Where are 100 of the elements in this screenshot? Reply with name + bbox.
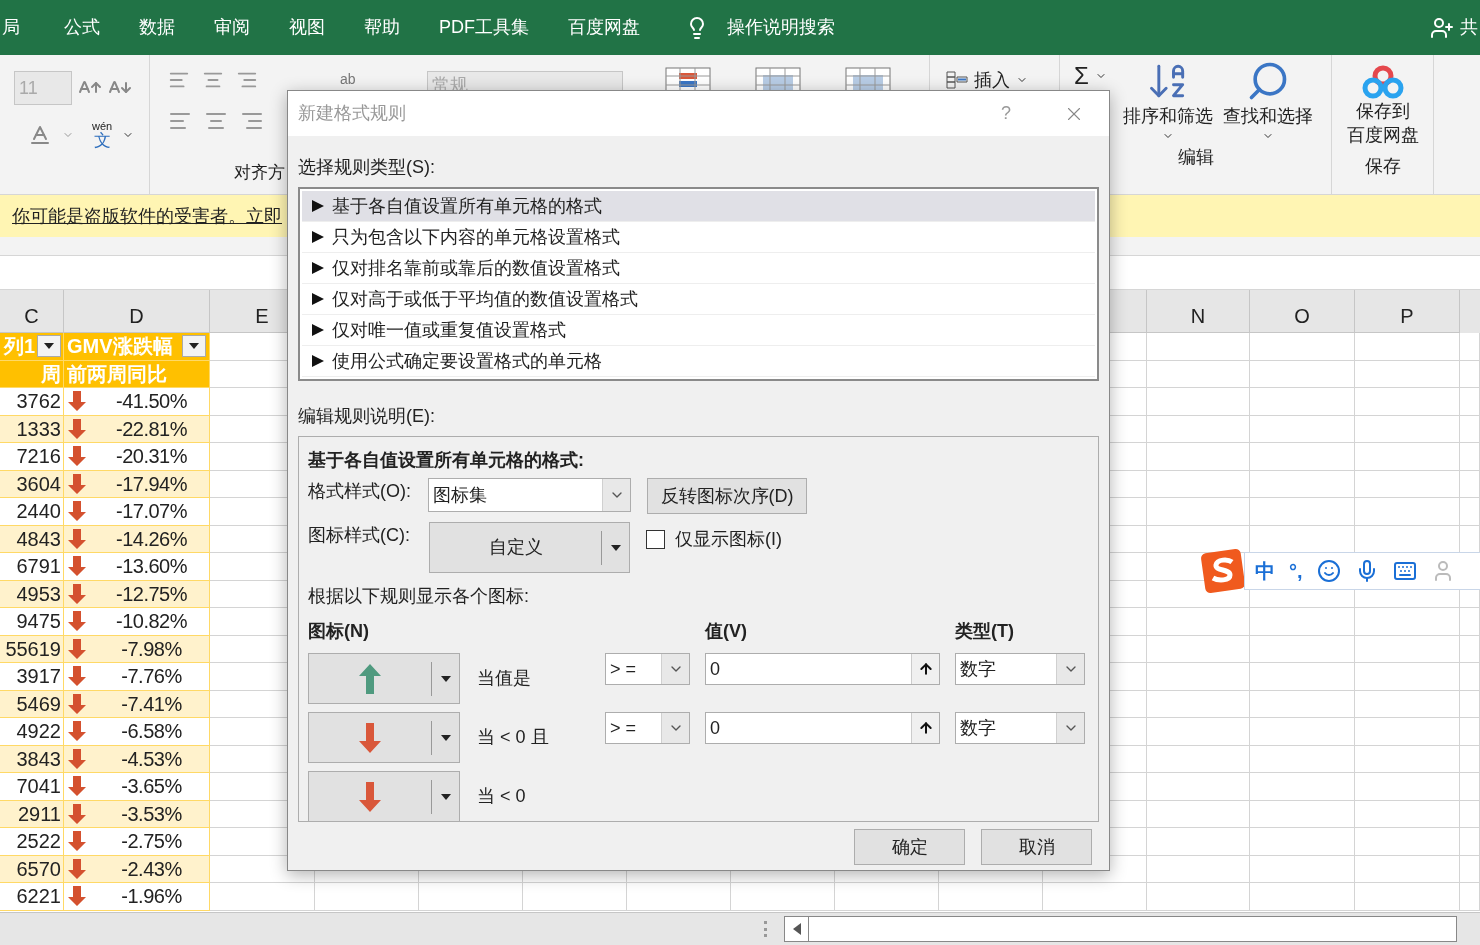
ime-mode-button[interactable]: 中: [1255, 556, 1275, 586]
icon-dropdown[interactable]: [308, 712, 460, 763]
grid-cell[interactable]: [1460, 800, 1480, 828]
grid-cell[interactable]: [1147, 663, 1250, 691]
grid-cell[interactable]: [1460, 470, 1480, 498]
grid-cell[interactable]: [1250, 745, 1355, 773]
grid-cell[interactable]: [1460, 690, 1480, 718]
grid-cell[interactable]: [1355, 498, 1460, 526]
grid-cell[interactable]: [523, 883, 627, 911]
grid-cell[interactable]: [1147, 690, 1250, 718]
ribbon-tab[interactable]: PDF工具集: [439, 14, 529, 41]
grid-cell[interactable]: [1355, 855, 1460, 883]
grid-cell[interactable]: [1460, 773, 1480, 801]
icon-style-dropdown[interactable]: 自定义: [429, 522, 630, 573]
grid-cell[interactable]: [1147, 608, 1250, 636]
tell-me-search[interactable]: 操作说明搜索: [727, 14, 835, 41]
grid-cell[interactable]: [1460, 828, 1480, 856]
grid-cell[interactable]: [1355, 828, 1460, 856]
grid-cell[interactable]: [1460, 443, 1480, 471]
grid-cell[interactable]: [1355, 608, 1460, 636]
grid-cell[interactable]: [1355, 360, 1460, 388]
grid-cell[interactable]: [1250, 690, 1355, 718]
grid-cell[interactable]: [210, 883, 315, 911]
grid-cell[interactable]: [1355, 718, 1460, 746]
grid-cell[interactable]: [1043, 883, 1147, 911]
grid-cell[interactable]: [1250, 388, 1355, 416]
checkbox-label[interactable]: 仅显示图标(I): [675, 526, 782, 553]
phonetic-guide-button[interactable]: wén 文: [92, 121, 113, 149]
grid-cell[interactable]: [1460, 415, 1480, 443]
operator-dropdown[interactable]: > =: [605, 712, 690, 744]
grid-cell[interactable]: [1355, 663, 1460, 691]
grid-cell[interactable]: [1147, 745, 1250, 773]
grid-cell[interactable]: [1250, 415, 1355, 443]
grid-cell[interactable]: [1355, 773, 1460, 801]
grid-cell[interactable]: [1355, 443, 1460, 471]
grid-cell[interactable]: [1355, 470, 1460, 498]
ribbon-tab[interactable]: 数据: [139, 14, 175, 41]
smile-icon[interactable]: [1316, 559, 1341, 583]
grid-cell[interactable]: [1147, 470, 1250, 498]
grid-cell[interactable]: [1250, 635, 1355, 663]
icon-dropdown[interactable]: [308, 771, 460, 822]
grid-cell[interactable]: [1147, 443, 1250, 471]
grid-cell[interactable]: [1147, 718, 1250, 746]
grid-cell[interactable]: [1460, 608, 1480, 636]
share-button[interactable]: 共: [1460, 14, 1478, 41]
grid-cell[interactable]: [939, 883, 1043, 911]
type-dropdown[interactable]: 数字: [955, 653, 1085, 685]
dialog-button[interactable]: 确定: [854, 829, 965, 865]
grid-cell[interactable]: [1147, 828, 1250, 856]
grid-cell[interactable]: [1147, 360, 1250, 388]
reverse-icon-order-button[interactable]: 反转图标次序(D): [647, 478, 807, 514]
sort-filter-button[interactable]: 排序和筛选: [1120, 59, 1215, 142]
grid-cell[interactable]: [627, 883, 731, 911]
grid-cell[interactable]: [1250, 470, 1355, 498]
grid-cell[interactable]: [1355, 388, 1460, 416]
grid-cell[interactable]: [315, 883, 419, 911]
grid-cell[interactable]: [835, 883, 939, 911]
grid-cell[interactable]: [731, 883, 835, 911]
grid-cell[interactable]: [1460, 718, 1480, 746]
grid-cell[interactable]: [1147, 800, 1250, 828]
wrap-text-button[interactable]: ab: [340, 69, 356, 91]
grid-cell[interactable]: [1460, 745, 1480, 773]
grid-cell[interactable]: [1147, 773, 1250, 801]
grid-cell[interactable]: [1460, 333, 1480, 361]
grid-cell[interactable]: [1250, 883, 1355, 911]
grid-cell[interactable]: [1250, 663, 1355, 691]
grid-cell[interactable]: [1250, 443, 1355, 471]
warning-link[interactable]: 你可能是盗版软件的受害者。立即: [12, 202, 282, 230]
checkbox[interactable]: [646, 530, 665, 549]
grid-cell[interactable]: [1355, 415, 1460, 443]
grip-icon[interactable]: [764, 921, 768, 937]
ribbon-tab[interactable]: 审阅: [214, 14, 250, 41]
grid-cell[interactable]: [1250, 800, 1355, 828]
grid-cell[interactable]: [1460, 498, 1480, 526]
grid-cell[interactable]: [1460, 855, 1480, 883]
column-header[interactable]: O: [1250, 290, 1355, 333]
ime-punctuation-button[interactable]: °,: [1289, 556, 1303, 586]
keyboard-icon[interactable]: [1392, 559, 1417, 583]
grid-cell[interactable]: [1250, 498, 1355, 526]
operator-dropdown[interactable]: > =: [605, 653, 690, 685]
grid-cell[interactable]: [1460, 360, 1480, 388]
grid-cell[interactable]: [1147, 415, 1250, 443]
grid-cell[interactable]: [1250, 855, 1355, 883]
grid-cell[interactable]: [1250, 333, 1355, 361]
icon-dropdown[interactable]: [308, 653, 460, 704]
grid-cell[interactable]: [1147, 388, 1250, 416]
font-color-icon[interactable]: [28, 123, 52, 147]
filter-button[interactable]: [182, 335, 206, 358]
type-dropdown[interactable]: 数字: [955, 712, 1085, 744]
ribbon-tab[interactable]: 帮助: [364, 14, 400, 41]
save-to-cloud-button[interactable]: 保存到 百度网盘: [1346, 65, 1419, 147]
grid-cell[interactable]: [1460, 635, 1480, 663]
grid-cell[interactable]: [1147, 333, 1250, 361]
grid-cell[interactable]: [1355, 333, 1460, 361]
grid-cell[interactable]: [1147, 498, 1250, 526]
grid-cell[interactable]: [1355, 635, 1460, 663]
grid-cell[interactable]: [1147, 883, 1250, 911]
grid-cell[interactable]: [419, 883, 523, 911]
filter-button[interactable]: [37, 335, 61, 358]
horizontal-scrollbar[interactable]: [784, 916, 1457, 942]
